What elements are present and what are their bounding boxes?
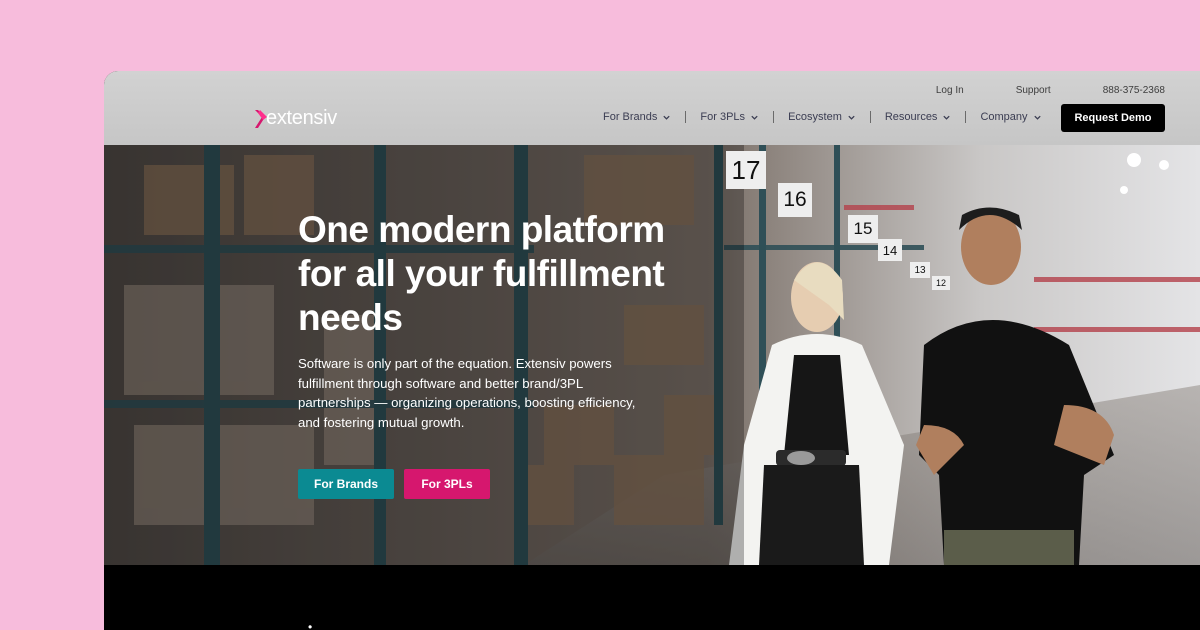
support-link[interactable]: Support <box>1016 85 1051 96</box>
for-3pls-button[interactable]: For 3PLs <box>404 469 490 499</box>
nav-divider <box>869 111 871 123</box>
phone-link[interactable]: 888-375-2368 <box>1103 85 1165 96</box>
nav-divider <box>773 111 775 123</box>
chevron-down-icon <box>848 115 855 120</box>
login-link[interactable]: Log In <box>936 85 964 96</box>
chevron-down-icon <box>943 115 951 120</box>
nav-label: Company <box>980 111 1028 123</box>
hero-title-line: One modern platform <box>298 209 665 250</box>
chevron-down-icon <box>1033 115 1041 120</box>
browser-window: Log In Support 888-375-2368 extensiv For… <box>104 71 1200 630</box>
shelf-placard: 15 <box>848 215 878 243</box>
hero-title-line: for all your fulfillment <box>298 253 665 294</box>
partial-logo-icon: • <box>308 620 313 630</box>
hero-title-line: needs <box>298 297 403 338</box>
chevron-down-icon <box>663 115 671 120</box>
nav-divider <box>965 111 967 123</box>
nav-label: Resources <box>884 111 938 123</box>
nav-label: Ecosystem <box>788 111 842 123</box>
chevron-down-icon <box>751 115 758 120</box>
nav-company[interactable]: Company <box>980 111 1041 123</box>
hero-copy: One modern platform for all your fulfill… <box>298 208 718 432</box>
nav-resources[interactable]: Resources <box>885 111 952 123</box>
site-header: Log In Support 888-375-2368 extensiv For… <box>104 71 1200 145</box>
extensiv-logo[interactable]: extensiv <box>254 107 337 130</box>
main-nav: For Brands For 3PLs Ecosystem Resources … <box>603 111 1042 123</box>
logo-text: extensiv <box>266 107 337 129</box>
shelf-placard: 12 <box>932 276 950 290</box>
nav-for-3pls[interactable]: For 3PLs <box>700 111 759 123</box>
nav-label: For Brands <box>603 111 658 123</box>
shelf-placard: 13 <box>910 262 930 278</box>
utility-bar: Log In Support 888-375-2368 <box>884 85 1165 96</box>
next-section: • <box>104 565 1200 630</box>
nav-label: For 3PLs <box>700 111 746 123</box>
shelf-placard: 14 <box>878 239 902 261</box>
hero-section: 17 16 15 14 13 12 One modern platform fo… <box>104 145 1200 565</box>
for-brands-button[interactable]: For Brands <box>298 469 394 499</box>
shelf-placard: 16 <box>778 183 812 217</box>
hero-subtitle: Software is only part of the equation. E… <box>298 356 636 430</box>
hero-title: One modern platform for all your fulfill… <box>298 208 718 340</box>
shelf-placard: 17 <box>726 151 766 189</box>
nav-for-brands[interactable]: For Brands <box>603 111 671 123</box>
request-demo-button[interactable]: Request Demo <box>1061 104 1165 132</box>
nav-divider <box>685 111 687 123</box>
nav-ecosystem[interactable]: Ecosystem <box>788 111 856 123</box>
